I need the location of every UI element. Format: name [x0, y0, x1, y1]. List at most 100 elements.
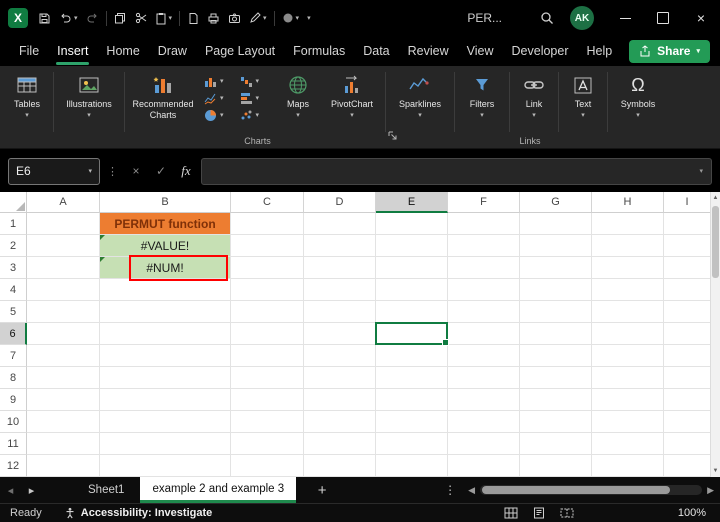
cell[interactable]: [231, 279, 304, 301]
row-header[interactable]: 3: [0, 257, 27, 279]
cell[interactable]: [664, 323, 710, 345]
cell[interactable]: [592, 235, 664, 257]
cancel-button[interactable]: ×: [126, 164, 146, 178]
scroll-down-icon[interactable]: ▼: [711, 465, 720, 477]
cell[interactable]: [304, 345, 376, 367]
cell[interactable]: [304, 213, 376, 235]
cell[interactable]: [376, 279, 448, 301]
cell[interactable]: [520, 235, 592, 257]
cell[interactable]: [448, 389, 520, 411]
next-sheet-icon[interactable]: ▸: [21, 484, 42, 497]
draw-pen-icon[interactable]: ▾: [245, 5, 271, 31]
cell[interactable]: [100, 367, 231, 389]
page-layout-view-icon[interactable]: [532, 507, 546, 519]
column-header-f[interactable]: F: [448, 192, 520, 213]
cell[interactable]: [304, 279, 376, 301]
cell[interactable]: [27, 257, 100, 279]
column-header-h[interactable]: H: [592, 192, 664, 213]
cell[interactable]: [376, 257, 448, 279]
cell[interactable]: [376, 433, 448, 455]
cell[interactable]: [664, 235, 710, 257]
cell[interactable]: [231, 345, 304, 367]
search-icon[interactable]: [536, 5, 558, 31]
cell[interactable]: [520, 323, 592, 345]
cell[interactable]: [448, 257, 520, 279]
tab-data[interactable]: Data: [354, 37, 398, 65]
cell[interactable]: [231, 389, 304, 411]
cell[interactable]: [448, 323, 520, 345]
page-break-preview-icon[interactable]: [560, 507, 574, 519]
tab-file[interactable]: File: [10, 37, 48, 65]
cell[interactable]: [100, 323, 231, 345]
cell[interactable]: [27, 235, 100, 257]
cell[interactable]: [304, 235, 376, 257]
cell[interactable]: [448, 235, 520, 257]
cell[interactable]: [231, 323, 304, 345]
cell[interactable]: [448, 367, 520, 389]
cell[interactable]: [27, 345, 100, 367]
tab-view[interactable]: View: [458, 37, 503, 65]
cell[interactable]: [27, 411, 100, 433]
cell[interactable]: [231, 433, 304, 455]
cell[interactable]: [376, 367, 448, 389]
cell[interactable]: [520, 433, 592, 455]
expand-formula-bar-icon[interactable]: ▾: [699, 168, 703, 175]
cell[interactable]: [592, 323, 664, 345]
cell[interactable]: [520, 213, 592, 235]
cell[interactable]: [592, 455, 664, 477]
cell[interactable]: [520, 345, 592, 367]
cell[interactable]: [100, 345, 231, 367]
cell[interactable]: [520, 389, 592, 411]
cell[interactable]: [376, 345, 448, 367]
cell[interactable]: [376, 411, 448, 433]
fill-handle[interactable]: [442, 339, 449, 346]
cell[interactable]: [520, 367, 592, 389]
cell[interactable]: [592, 257, 664, 279]
column-header-b[interactable]: B: [100, 192, 231, 213]
cell[interactable]: [592, 213, 664, 235]
cell[interactable]: [592, 279, 664, 301]
cell[interactable]: [304, 455, 376, 477]
cell[interactable]: [520, 301, 592, 323]
row-header[interactable]: 1: [0, 213, 27, 235]
cell[interactable]: [27, 389, 100, 411]
cell[interactable]: [448, 455, 520, 477]
cell[interactable]: [27, 323, 100, 345]
insert-pie-chart-button[interactable]: ▾: [204, 109, 233, 122]
cell[interactable]: [592, 389, 664, 411]
cell[interactable]: [664, 433, 710, 455]
cell[interactable]: [592, 411, 664, 433]
cell[interactable]: [27, 367, 100, 389]
cell[interactable]: [664, 455, 710, 477]
cell[interactable]: [231, 455, 304, 477]
new-sheet-button[interactable]: +: [312, 482, 332, 499]
scroll-up-icon[interactable]: ▲: [711, 192, 720, 204]
text-button[interactable]: Text ▾: [562, 66, 604, 148]
customize-toolbar-chevron-icon[interactable]: ▾: [303, 5, 315, 31]
paste-icon[interactable]: ▾: [151, 5, 177, 31]
horizontal-scrollbar-thumb[interactable]: [482, 486, 670, 494]
close-button[interactable]: ×: [682, 0, 720, 36]
vertical-scrollbar-thumb[interactable]: [712, 206, 719, 278]
column-header-c[interactable]: C: [231, 192, 304, 213]
cell[interactable]: [304, 323, 376, 345]
symbols-button[interactable]: Ω Symbols ▾: [611, 66, 665, 148]
cell[interactable]: [376, 301, 448, 323]
cell[interactable]: [304, 367, 376, 389]
cell[interactable]: [376, 235, 448, 257]
row-header[interactable]: 11: [0, 433, 27, 455]
maximize-button[interactable]: [644, 0, 682, 36]
copy-icon[interactable]: [110, 5, 131, 31]
tab-draw[interactable]: Draw: [149, 37, 196, 65]
column-header-d[interactable]: D: [304, 192, 376, 213]
row-header[interactable]: 4: [0, 279, 27, 301]
insert-function-button[interactable]: fx: [176, 163, 196, 179]
insert-scatter-chart-button[interactable]: ▾: [240, 109, 269, 122]
cell[interactable]: [231, 257, 304, 279]
cell[interactable]: [304, 411, 376, 433]
cell[interactable]: [664, 279, 710, 301]
tables-button[interactable]: Tables ▾: [4, 66, 50, 148]
cell[interactable]: [100, 389, 231, 411]
undo-button[interactable]: ▾: [55, 5, 82, 31]
insert-waterfall-chart-button[interactable]: ▾: [240, 75, 269, 88]
